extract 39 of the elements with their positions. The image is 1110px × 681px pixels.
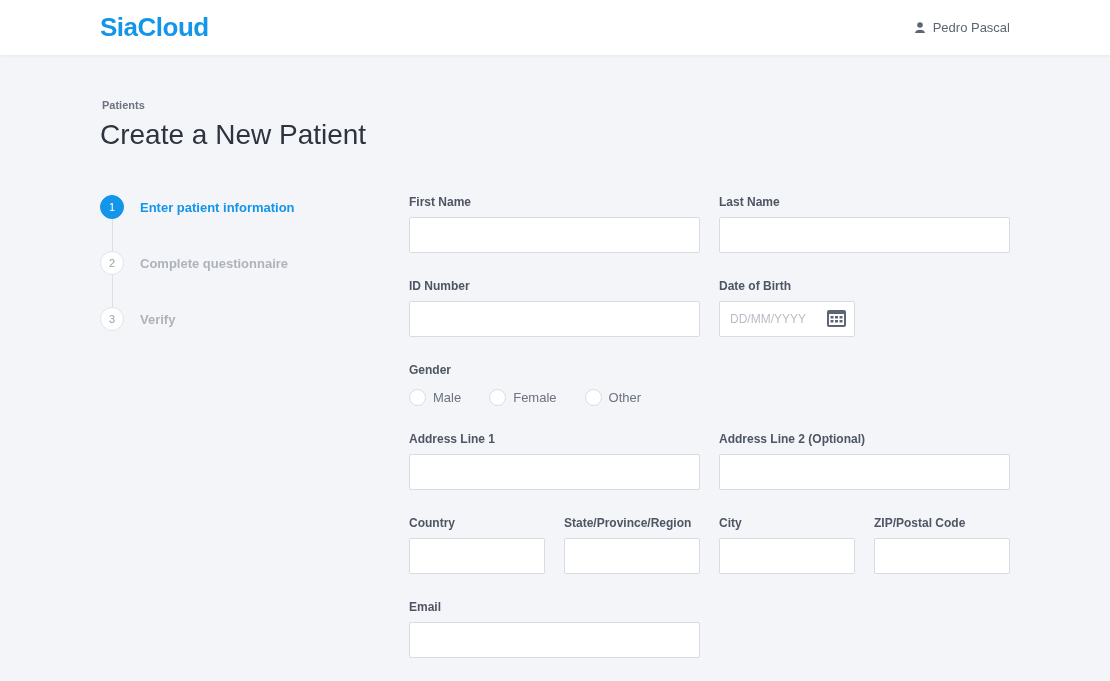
text-field[interactable] — [409, 622, 700, 658]
field-label: State/Province/Region — [564, 516, 693, 532]
field-label: ID Number — [409, 279, 471, 295]
field-label: Date of Birth — [719, 279, 792, 295]
text-field[interactable] — [564, 538, 700, 574]
text-field[interactable] — [409, 538, 545, 574]
page-title: Create a New Patient — [100, 119, 368, 151]
text-field[interactable] — [874, 538, 1010, 574]
radio-option[interactable]: Male — [409, 389, 462, 406]
radio-option[interactable]: Other — [584, 389, 642, 406]
step-number: 1 — [100, 195, 124, 219]
date-field[interactable]: DD/MM/YYYY — [719, 301, 855, 337]
user-name[interactable]: Pedro Pascal — [932, 20, 1010, 35]
text-field[interactable] — [719, 538, 855, 574]
step-number: 3 — [100, 307, 124, 331]
field-label: City — [719, 516, 743, 532]
text-field[interactable] — [719, 454, 1010, 490]
user-icon — [914, 22, 925, 33]
text-field[interactable] — [409, 301, 700, 337]
breadcrumb[interactable]: Patients — [102, 99, 1010, 111]
field-label: Email — [409, 600, 442, 616]
text-field[interactable] — [409, 217, 700, 253]
radio-option[interactable]: Female — [489, 389, 557, 406]
field-label: First Name — [409, 195, 473, 211]
calendar-icon[interactable] — [827, 310, 846, 327]
text-field[interactable] — [719, 217, 1010, 253]
field-label: Country — [409, 516, 456, 532]
step-number: 2 — [100, 251, 124, 275]
logo[interactable]: SiaCloud — [100, 12, 209, 43]
field-label: Address Line 2 (Optional) — [719, 432, 866, 448]
radio-button[interactable] — [409, 389, 426, 406]
text-field[interactable] — [409, 454, 700, 490]
field-label: Address Line 1 — [409, 432, 497, 448]
step-label[interactable]: Enter patient information — [140, 199, 295, 215]
field-label: Last Name — [719, 195, 781, 211]
radio-button[interactable] — [489, 389, 507, 406]
field-label: Gender — [409, 363, 452, 379]
field-label: ZIP/Postal Code — [874, 516, 967, 532]
radio-button[interactable] — [584, 389, 602, 406]
